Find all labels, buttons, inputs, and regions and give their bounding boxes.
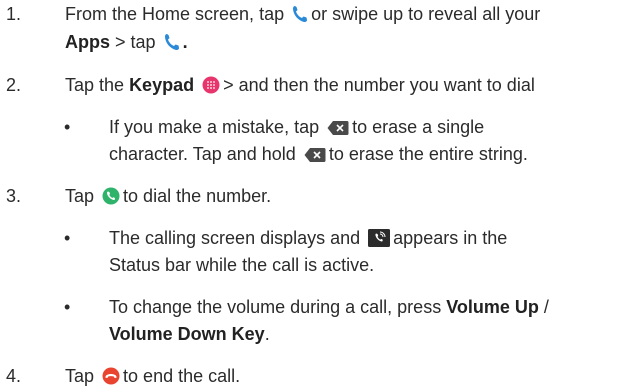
step-number: 3. [6, 186, 22, 206]
volume-up-label: Volume Up [446, 297, 539, 317]
step-text: Tap the Keypad > and then the number you… [65, 73, 535, 100]
step-text: Tap to end the call. [65, 364, 240, 391]
dial-call-icon [102, 187, 120, 211]
step-text: From the Home screen, tap or swipe up to… [65, 2, 540, 29]
backspace-icon [327, 118, 349, 142]
apps-label: Apps [65, 32, 110, 52]
step-number: 2. [6, 75, 22, 95]
step-text: Tap to dial the number. [65, 184, 271, 211]
step-number: 1. [6, 4, 22, 24]
phone-icon [164, 33, 180, 57]
step-number: 4. [6, 366, 22, 386]
keypad-icon [202, 76, 220, 100]
call-status-icon [368, 229, 391, 253]
phone-icon [292, 5, 308, 29]
keypad-label: Keypad [129, 75, 195, 95]
volume-down-key-label: Volume Down Key [109, 324, 265, 344]
end-call-icon [102, 367, 120, 391]
backspace-icon [304, 145, 326, 169]
